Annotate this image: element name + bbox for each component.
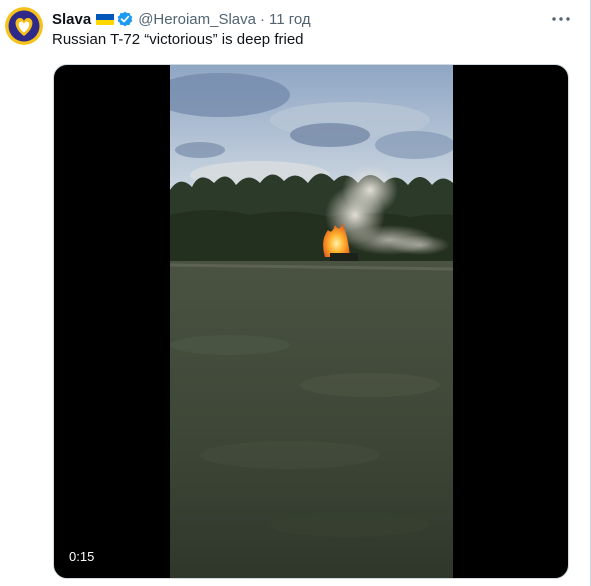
video-frame <box>170 65 453 578</box>
tweet-card[interactable]: Slava @Heroiam_Slava · 11 год Russian T-… <box>0 0 591 586</box>
tweet-header: Slava @Heroiam_Slava · 11 год <box>52 9 561 29</box>
video-player[interactable]: 0:15 <box>53 64 569 579</box>
separator-dot: · <box>259 10 265 28</box>
verified-badge-icon <box>117 11 133 27</box>
display-name[interactable]: Slava <box>52 11 91 28</box>
user-handle[interactable]: @Heroiam_Slava <box>138 11 256 28</box>
heart-logo-icon <box>5 7 43 45</box>
more-options-icon[interactable] <box>551 11 571 27</box>
ukraine-flag-icon <box>96 13 115 25</box>
video-duration: 0:15 <box>65 547 99 567</box>
avatar[interactable] <box>5 7 43 45</box>
tweet-timestamp[interactable]: 11 год <box>269 11 311 28</box>
tweet-text: Russian T-72 “victorious” is deep fried <box>52 31 304 48</box>
